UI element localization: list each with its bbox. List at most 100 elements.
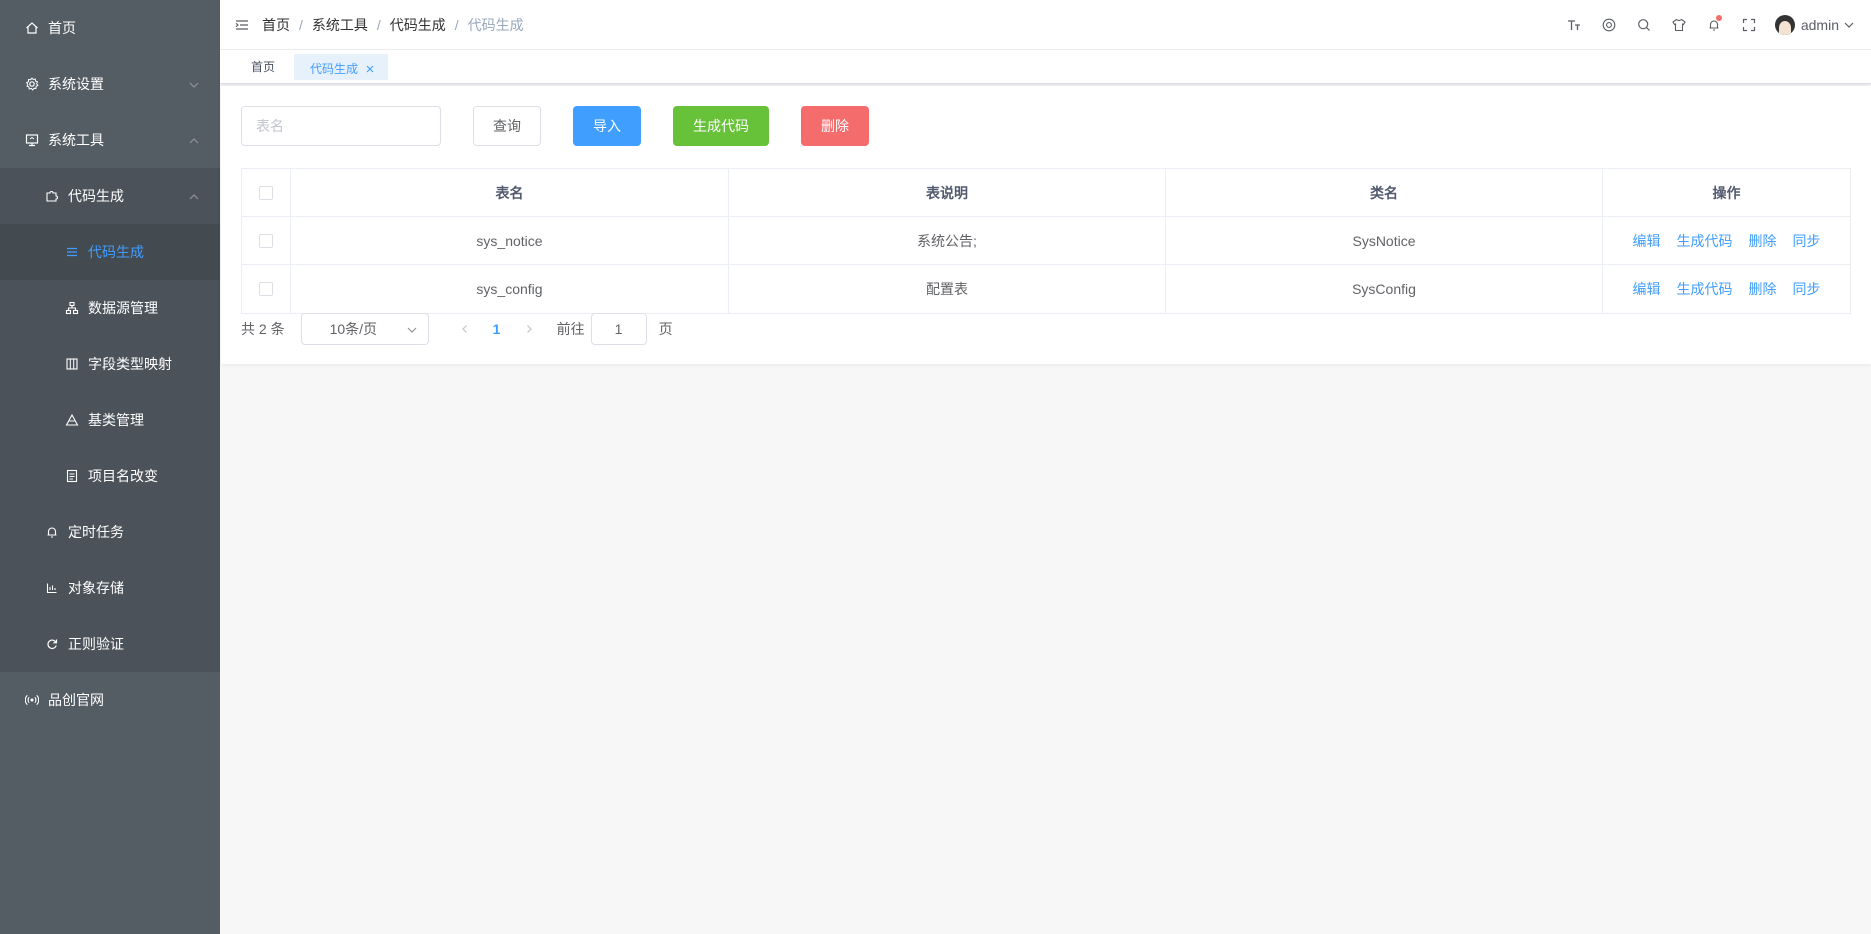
row-select-cell (242, 217, 291, 264)
font-size-icon[interactable] (1557, 0, 1592, 50)
home-icon (24, 20, 40, 36)
notification-dot (1715, 15, 1722, 21)
sidebar-item-datasource[interactable]: 数据源管理 (0, 280, 220, 336)
username[interactable]: admin (1801, 17, 1839, 33)
select-all-checkbox[interactable] (259, 185, 273, 200)
puzzle-icon (44, 188, 60, 204)
breadcrumb-item[interactable]: 代码生成 (390, 15, 446, 35)
hamburger-icon[interactable] (234, 17, 250, 33)
breadcrumb-item[interactable]: 系统工具 (312, 15, 368, 35)
breadcrumb-item[interactable]: 首页 (262, 15, 290, 35)
operations-cell: 编辑 生成代码 删除 同步 (1603, 265, 1850, 313)
sidebar-item-label: 对象存储 (68, 580, 124, 596)
avatar[interactable] (1774, 15, 1795, 35)
goto-label: 前往 (556, 321, 585, 337)
sidebar-item-scheduled-tasks[interactable]: 定时任务 (0, 504, 220, 560)
next-page-button[interactable] (513, 313, 545, 345)
sidebar-item-system-settings[interactable]: 系统设置 (0, 56, 220, 112)
bell-icon (44, 524, 60, 540)
breadcrumb-item-current: 代码生成 (467, 16, 524, 33)
page-suffix-label: 页 (658, 321, 673, 337)
storage-icon (44, 580, 60, 596)
tag-home[interactable]: 首页 (235, 54, 291, 80)
row-checkbox[interactable] (259, 233, 273, 248)
sidebar-item-label: 字段类型映射 (88, 356, 172, 372)
page-number[interactable]: 1 (481, 313, 513, 345)
chevron-up-icon (188, 134, 200, 146)
sync-link[interactable]: 同步 (1793, 231, 1821, 251)
codegen-table: 表名 表说明 类名 操作 sys_notice 系统公告; SysNotice … (241, 168, 1851, 314)
table-icon (64, 356, 80, 372)
query-button[interactable]: 查询 (473, 106, 541, 146)
table-desc-cell: 系统公告; (729, 217, 1166, 264)
list-icon (64, 244, 80, 260)
sidebar-item-object-storage[interactable]: 对象存储 (0, 560, 220, 616)
page-size-value: 10条/页 (329, 321, 378, 337)
sidebar-item-official-site[interactable]: 品创官网 (0, 672, 220, 728)
pagination-total: 共 2 条 (241, 321, 285, 337)
monitor-icon (24, 132, 40, 148)
chevron-down-icon[interactable] (1843, 19, 1855, 31)
sidebar-item-label: 代码生成 (68, 188, 124, 204)
generate-code-button[interactable]: 生成代码 (673, 106, 769, 146)
navbar: 首页 / 系统工具 / 代码生成 / 代码生成 admin (220, 0, 1871, 50)
sidebar-item-system-tools[interactable]: 系统工具 (0, 112, 220, 168)
sidebar: 首页 系统设置 系统工具 代码生成 代码生成 数据源管理 字段类型映射 基类管理… (0, 0, 220, 934)
sidebar-item-label: 项目名改变 (88, 468, 158, 484)
pagination: 共 2 条 10条/页 1 前往 页 (241, 313, 673, 345)
chevron-down-icon (406, 323, 418, 335)
delete-button[interactable]: 删除 (801, 106, 869, 146)
bell-icon[interactable] (1697, 0, 1732, 50)
sidebar-item-project-rename[interactable]: 项目名改变 (0, 448, 220, 504)
sidebar-item-codegen-group[interactable]: 代码生成 (0, 168, 220, 224)
github-icon[interactable] (1592, 0, 1627, 50)
generate-code-link[interactable]: 生成代码 (1677, 231, 1733, 251)
import-button[interactable]: 导入 (573, 106, 641, 146)
sidebar-item-base-class[interactable]: 基类管理 (0, 392, 220, 448)
sidebar-item-label: 基类管理 (88, 412, 144, 428)
app-root: 首页 系统设置 系统工具 代码生成 代码生成 数据源管理 字段类型映射 基类管理… (0, 0, 1871, 934)
sidebar-item-field-type-mapping[interactable]: 字段类型映射 (0, 336, 220, 392)
sidebar-item-home[interactable]: 首页 (0, 0, 220, 56)
chevron-up-icon (188, 190, 200, 202)
broadcast-icon (24, 692, 40, 708)
goto-page-input[interactable] (590, 313, 647, 345)
sidebar-item-regex-validation[interactable]: 正则验证 (0, 616, 220, 672)
delete-link[interactable]: 删除 (1749, 279, 1777, 299)
breadcrumb-separator: / (454, 16, 459, 33)
table-name-search-input[interactable] (241, 106, 441, 146)
close-icon[interactable] (364, 63, 376, 75)
table-row: sys_notice 系统公告; SysNotice 编辑 生成代码 删除 同步 (242, 217, 1850, 265)
generate-code-link[interactable]: 生成代码 (1677, 279, 1733, 299)
main-card: 查询 导入 生成代码 删除 表名 表说明 类名 操作 sys_notice 系统… (221, 86, 1871, 364)
table-row: sys_config 配置表 SysConfig 编辑 生成代码 删除 同步 (242, 265, 1850, 313)
class-name-cell: SysConfig (1166, 265, 1603, 313)
chevron-down-icon (188, 78, 200, 90)
page-jumper: 前往 页 (557, 313, 673, 345)
delete-link[interactable]: 删除 (1749, 231, 1777, 251)
tag-codegen[interactable]: 代码生成 (294, 54, 389, 80)
table-desc-cell: 配置表 (729, 265, 1166, 313)
search-icon[interactable] (1627, 0, 1662, 50)
skin-icon[interactable] (1662, 0, 1697, 50)
page-size-select[interactable]: 10条/页 (300, 313, 429, 345)
sidebar-item-codegen[interactable]: 代码生成 (0, 224, 220, 280)
prev-page-button[interactable] (449, 313, 481, 345)
sidebar-item-label: 品创官网 (48, 692, 104, 708)
triangle-icon (64, 412, 80, 428)
operations-cell: 编辑 生成代码 删除 同步 (1603, 217, 1850, 264)
column-header: 类名 (1166, 169, 1603, 216)
edit-link[interactable]: 编辑 (1633, 231, 1661, 251)
column-header: 操作 (1712, 184, 1741, 201)
breadcrumb-separator: / (376, 16, 381, 33)
edit-link[interactable]: 编辑 (1633, 279, 1661, 299)
sitemap-icon (64, 300, 80, 316)
sidebar-item-label: 正则验证 (68, 636, 124, 652)
sidebar-item-label: 数据源管理 (88, 300, 158, 316)
sync-link[interactable]: 同步 (1793, 279, 1821, 299)
refresh-icon (44, 636, 60, 652)
fullscreen-icon[interactable] (1732, 0, 1767, 50)
row-checkbox[interactable] (259, 282, 273, 296)
breadcrumb: 首页 / 系统工具 / 代码生成 / 代码生成 (262, 15, 524, 35)
row-select-cell (242, 265, 291, 313)
